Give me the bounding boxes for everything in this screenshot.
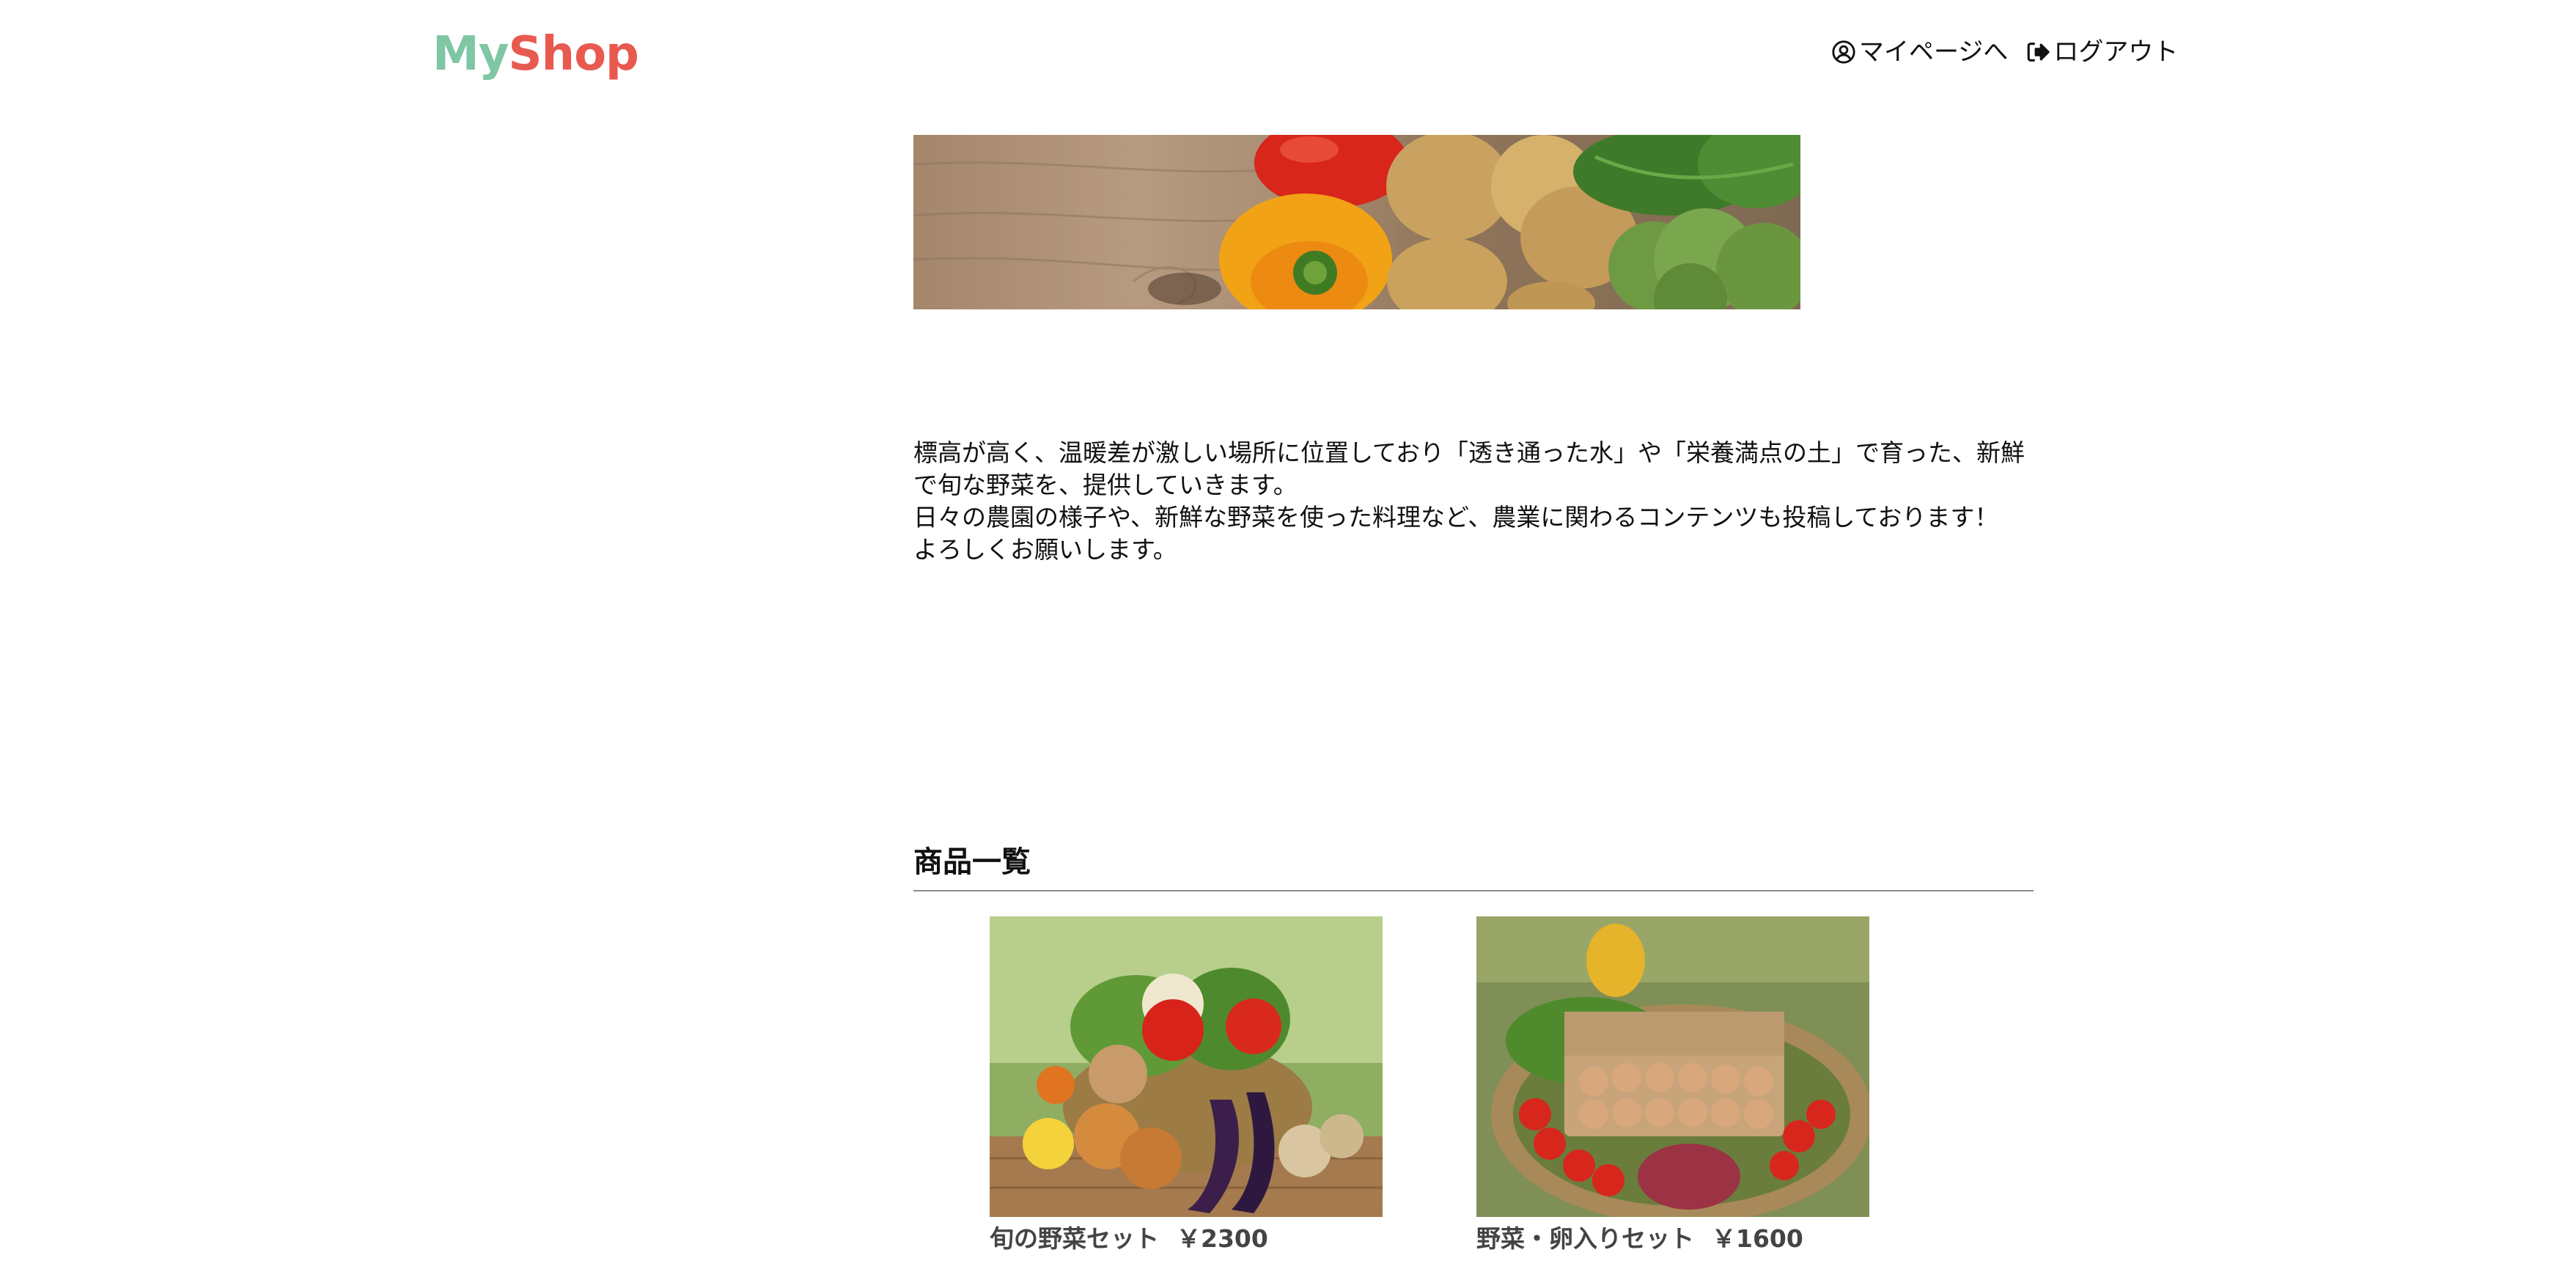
page: MyShop マイページへ ログアウト 標高が高く、温暖差が激しい場所に位置して…: [0, 0, 2576, 1280]
mypage-link[interactable]: マイページへ: [1831, 34, 2008, 70]
product-caption: 野菜・卵入りセット ￥1600: [1476, 1223, 1869, 1255]
section-divider: [913, 890, 2034, 891]
description-line: 標高が高く、温暖差が激しい場所に位置しており「透き通った水」や「栄養満点の土」で…: [913, 438, 2025, 499]
product-image[interactable]: [1476, 916, 1869, 1217]
product-card[interactable]: 野菜・卵入りセット ￥1600: [1476, 916, 1869, 1255]
description-line: 日々の農園の様子や、新鮮な野菜を使った料理など、農業に関わるコンテンツも投稿して…: [913, 503, 1999, 532]
hero-banner-image: [913, 135, 1800, 309]
site-logo[interactable]: MyShop: [433, 25, 639, 84]
logo-my-text: My: [433, 27, 509, 81]
header-nav: マイページへ ログアウト: [1831, 34, 2178, 70]
mypage-label: マイページへ: [1859, 37, 2009, 67]
products-section-title: 商品一覧: [913, 845, 1031, 879]
product-name: 野菜・卵入りセット: [1476, 1224, 1694, 1253]
product-price: ￥1600: [1712, 1224, 1803, 1253]
shop-description: 標高が高く、温暖差が激しい場所に位置しており「透き通った水」や「栄養満点の土」で…: [913, 437, 2042, 566]
sign-out-icon: [2025, 40, 2050, 65]
product-image[interactable]: [990, 916, 1383, 1217]
logo-shop-text: Shop: [508, 27, 639, 81]
product-name: 旬の野菜セット: [990, 1224, 1159, 1253]
product-caption: 旬の野菜セット ￥2300: [990, 1223, 1383, 1255]
description-line: よろしくお願いします。: [913, 535, 1177, 564]
logout-label: ログアウト: [2053, 37, 2179, 67]
logout-link[interactable]: ログアウト: [2025, 34, 2178, 70]
product-card[interactable]: 旬の野菜セット ￥2300: [990, 916, 1383, 1255]
product-price: ￥2300: [1177, 1224, 1268, 1253]
user-circle-icon: [1831, 40, 1856, 65]
